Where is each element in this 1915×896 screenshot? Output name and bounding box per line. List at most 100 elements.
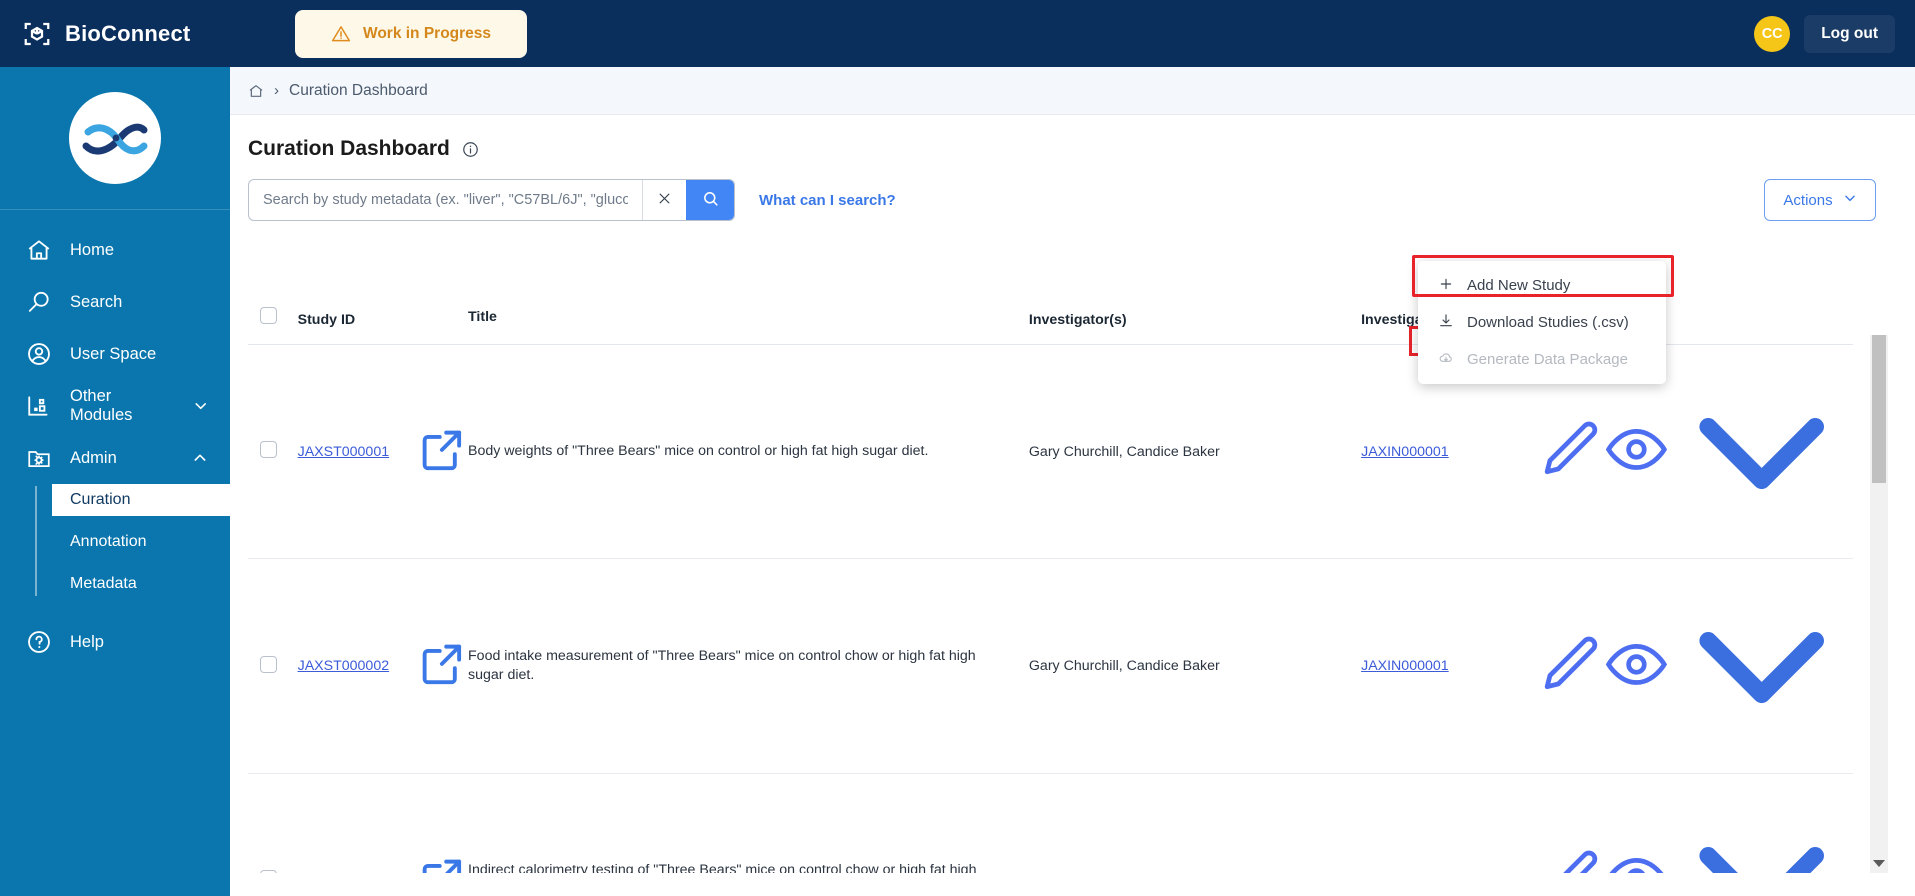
- col-study-id: Study ID: [297, 295, 417, 345]
- close-icon: [657, 191, 672, 209]
- top-bar: BioConnect Work in Progress CC Log out: [0, 0, 1915, 67]
- view-cell: [1602, 558, 1670, 774]
- sidebar-item-metadata[interactable]: Metadata: [52, 568, 230, 600]
- sidebar-subitem-label: Metadata: [70, 575, 137, 592]
- page-title: Curation Dashboard: [248, 137, 450, 160]
- sidebar-item-home[interactable]: Home: [0, 224, 230, 276]
- sidebar-subitem-label: Curation: [70, 491, 131, 508]
- external-link-icon[interactable]: [416, 430, 468, 480]
- view-cell: [1602, 773, 1670, 873]
- search-icon: [702, 190, 719, 210]
- study-id-link[interactable]: JAXST000001: [298, 444, 390, 460]
- sidebar-item-user-space[interactable]: User Space: [0, 328, 230, 380]
- bioconnect-logo-icon: [22, 19, 52, 49]
- external-link-icon[interactable]: [416, 644, 468, 694]
- expand-cell: [1669, 773, 1853, 873]
- row-checkbox[interactable]: [260, 655, 277, 673]
- col-title: Title: [468, 295, 1029, 345]
- sidebar-nav: Home Search User Space Other Modules Adm…: [0, 210, 230, 668]
- sidebar-item-label: Home: [70, 240, 115, 259]
- actions-menu-item-label: Download Studies (.csv): [1467, 314, 1629, 331]
- col-select-all: [248, 295, 298, 345]
- sidebar-item-label: Search: [70, 292, 123, 311]
- breadcrumb: › Curation Dashboard: [230, 67, 1915, 115]
- table-row: JAXST000002 Food intake measurement of "T…: [248, 558, 1853, 774]
- info-icon[interactable]: [462, 141, 479, 158]
- breadcrumb-current: Curation Dashboard: [289, 81, 428, 99]
- investigators-cell: Gary Churchill, Candice Baker: [1028, 558, 1362, 774]
- topbar-right: CC Log out: [1754, 14, 1895, 53]
- expand-chevron-down-icon[interactable]: [1670, 632, 1853, 760]
- scroll-down-arrow-icon[interactable]: [1873, 860, 1885, 867]
- row-select-cell: [248, 773, 298, 873]
- chevron-down-icon: [1843, 191, 1857, 209]
- study-id-cell: JAXST000001: [297, 344, 417, 560]
- sidebar-item-annotation[interactable]: Annotation: [52, 526, 230, 558]
- table-body: JAXST000001 Body weights of "Three Bears"…: [248, 344, 1853, 873]
- brand[interactable]: BioConnect: [22, 19, 262, 49]
- sidebar-item-other-modules[interactable]: Other Modules: [0, 380, 230, 432]
- investigators-cell: Gary Churchill, Candice Baker: [1028, 773, 1362, 873]
- chevron-down-icon: [193, 398, 208, 414]
- actions-menu-item-label: Generate Data Package: [1467, 351, 1628, 368]
- external-link-cell: [416, 558, 469, 774]
- sidebar-subitem-label: Annotation: [70, 533, 147, 550]
- edit-pencil-icon[interactable]: [1536, 421, 1603, 487]
- search-icon: [26, 289, 52, 315]
- sidebar: Home Search User Space Other Modules Adm…: [0, 67, 230, 896]
- investigation-id-cell: JAXIN000001: [1361, 773, 1536, 873]
- plus-icon: [1438, 276, 1454, 296]
- actions-button-label: Actions: [1783, 191, 1833, 209]
- search-submit-button[interactable]: [686, 180, 734, 220]
- view-eye-icon[interactable]: [1603, 429, 1670, 487]
- col-external-link: [416, 295, 469, 345]
- expand-cell: [1669, 558, 1853, 774]
- investigation-id-link[interactable]: JAXIN000001: [1361, 444, 1449, 460]
- clear-search-button[interactable]: [642, 180, 686, 220]
- view-eye-icon[interactable]: [1603, 643, 1670, 702]
- table-vertical-scrollbar[interactable]: [1870, 335, 1888, 873]
- sidebar-item-search[interactable]: Search: [0, 276, 230, 328]
- work-in-progress-label: Work in Progress: [362, 24, 492, 42]
- chevron-up-icon: [192, 450, 208, 466]
- row-checkbox[interactable]: [260, 441, 277, 459]
- actions-menu-item-download-studies-csv[interactable]: Download Studies (.csv): [1418, 304, 1666, 341]
- sidebar-subnav-admin: Curation Annotation Metadata: [0, 484, 230, 600]
- sidebar-item-label: Admin: [70, 448, 117, 467]
- actions-menu-item-add-new-study[interactable]: Add New Study: [1418, 267, 1666, 304]
- study-id-link[interactable]: JAXST000002: [298, 658, 390, 674]
- page-header: Curation Dashboard: [230, 115, 1915, 161]
- logout-button[interactable]: Log out: [1804, 14, 1895, 53]
- scrollbar-thumb[interactable]: [1872, 335, 1886, 483]
- expand-chevron-down-icon[interactable]: [1670, 417, 1853, 545]
- external-link-cell: [416, 773, 469, 873]
- col-expand: [1669, 295, 1853, 345]
- work-in-progress-badge: Work in Progress: [295, 9, 527, 58]
- row-select-cell: [248, 558, 298, 774]
- avatar[interactable]: CC: [1754, 15, 1791, 52]
- home-icon[interactable]: [248, 83, 264, 99]
- investigation-id-cell: JAXIN000001: [1361, 558, 1536, 774]
- sidebar-item-admin[interactable]: Admin: [0, 432, 230, 484]
- study-title-cell: Body weights of "Three Bears" mice on co…: [468, 344, 1029, 560]
- search-input[interactable]: [249, 180, 642, 220]
- actions-menu-item-label: Add New Study: [1467, 277, 1571, 294]
- edit-cell: [1535, 558, 1603, 774]
- sidebar-item-curation[interactable]: Curation: [52, 484, 230, 516]
- actions-button[interactable]: Actions: [1764, 179, 1876, 221]
- investigators-cell: Gary Churchill, Candice Baker: [1028, 344, 1362, 560]
- study-id-cell: JAXST000002: [297, 558, 417, 774]
- investigation-id-link[interactable]: JAXIN000001: [1361, 658, 1449, 674]
- search-box: [248, 179, 735, 221]
- what-can-i-search-link[interactable]: What can I search?: [759, 192, 896, 209]
- warning-triangle-icon: [331, 24, 351, 44]
- sidebar-item-help[interactable]: Help: [0, 616, 230, 668]
- search-row: What can I search? Actions: [230, 161, 1915, 221]
- help-circle-icon: [26, 629, 52, 655]
- jax-logo: [0, 67, 230, 209]
- table-row: JAXST000003 Indirect calorimetry testing …: [248, 773, 1853, 873]
- row-select-cell: [248, 344, 298, 560]
- edit-pencil-icon[interactable]: [1536, 636, 1603, 702]
- jax-logo-icon: [82, 123, 148, 155]
- select-all-checkbox[interactable]: [260, 307, 277, 324]
